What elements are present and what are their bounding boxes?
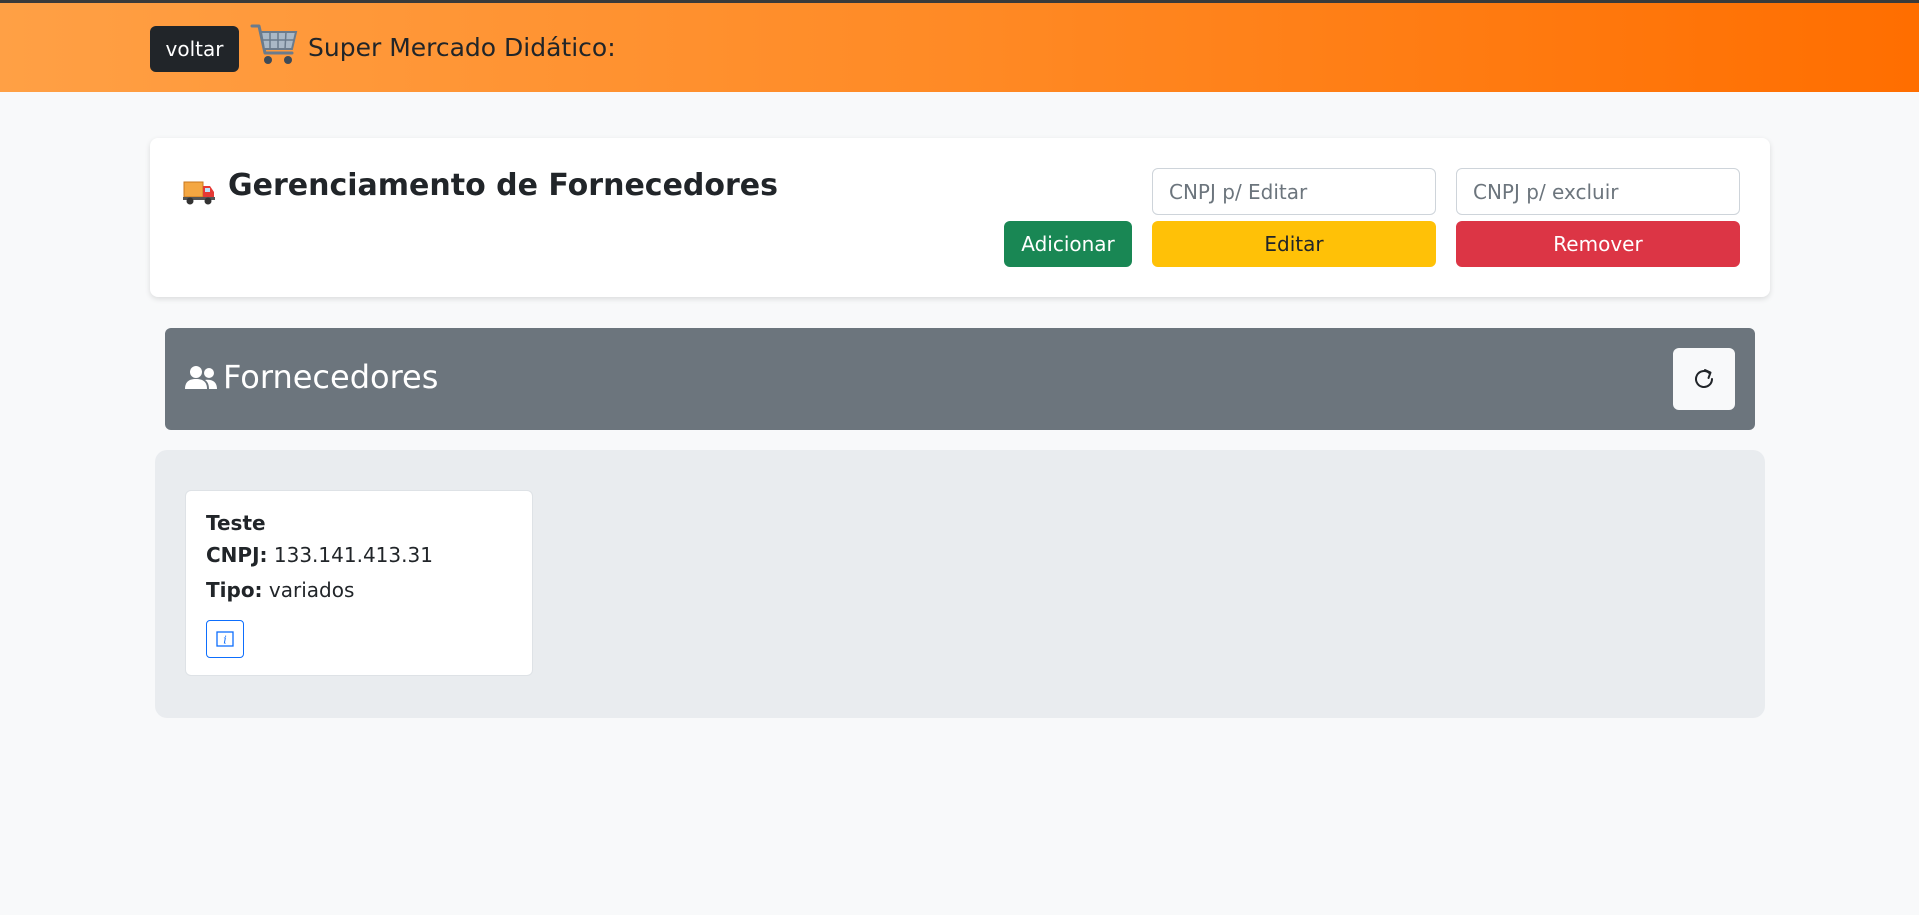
- supplier-cnpj-row: CNPJ: 133.141.413.31: [206, 543, 433, 567]
- back-button[interactable]: voltar: [150, 26, 239, 72]
- suppliers-title: Fornecedores: [223, 358, 439, 396]
- shopping-cart-icon: [250, 24, 298, 64]
- supplier-cnpj: 133.141.413.31: [273, 543, 433, 567]
- suppliers-header: Fornecedores: [165, 328, 1755, 430]
- navbar: voltar Super Mercado Didático:: [0, 3, 1919, 92]
- remove-button[interactable]: Remover: [1456, 221, 1740, 267]
- tipo-label: Tipo:: [206, 578, 263, 602]
- refresh-icon: [1695, 369, 1713, 388]
- supplier-tipo: variados: [268, 578, 355, 602]
- delivery-truck-icon: [183, 181, 215, 205]
- refresh-button[interactable]: [1673, 348, 1735, 410]
- svg-text:i: i: [223, 634, 227, 647]
- supplier-tipo-row: Tipo: variados: [206, 578, 354, 602]
- management-card: Gerenciamento de Fornecedores Adicionar …: [150, 138, 1770, 297]
- add-button[interactable]: Adicionar: [1004, 221, 1132, 267]
- users-icon: [185, 366, 217, 389]
- brand-title: Super Mercado Didático:: [308, 33, 616, 62]
- supplier-name: Teste: [206, 511, 266, 535]
- edit-button[interactable]: Editar: [1152, 221, 1436, 267]
- page-title: Gerenciamento de Fornecedores: [228, 168, 779, 203]
- edit-cnpj-input[interactable]: [1152, 168, 1436, 215]
- supplier-card: Teste CNPJ: 133.141.413.31 Tipo: variado…: [185, 490, 533, 676]
- supplier-info-button[interactable]: i: [206, 620, 244, 658]
- suppliers-list: Teste CNPJ: 133.141.413.31 Tipo: variado…: [155, 450, 1765, 718]
- info-icon: i: [216, 631, 234, 647]
- cnpj-label: CNPJ:: [206, 543, 268, 567]
- delete-cnpj-input[interactable]: [1456, 168, 1740, 215]
